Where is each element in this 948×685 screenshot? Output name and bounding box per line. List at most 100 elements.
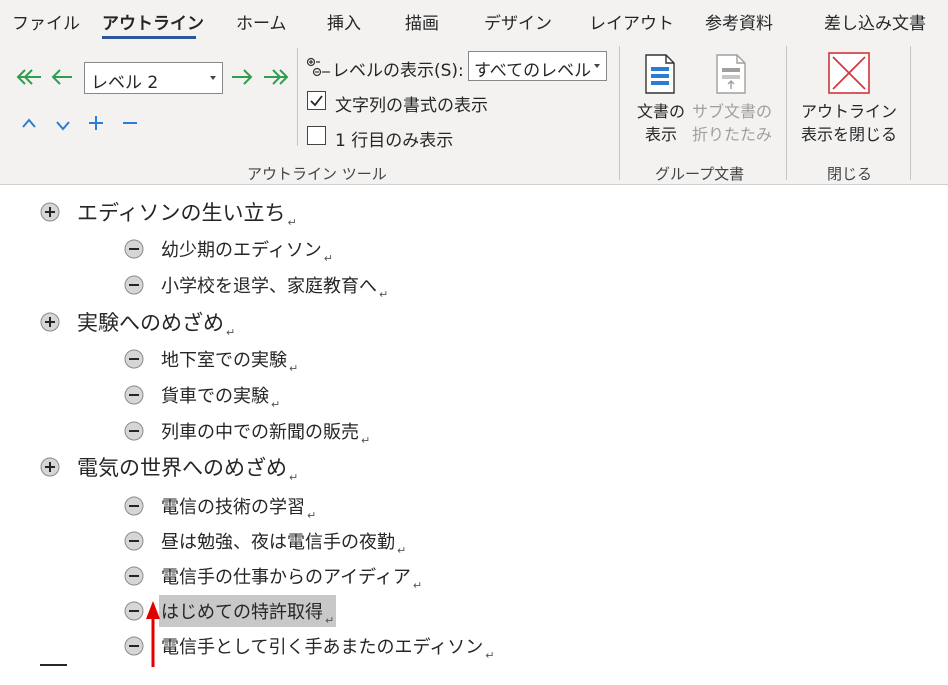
- show-level-value: すべてのレベル: [474, 61, 592, 81]
- paragraph-mark: ↵: [287, 216, 297, 229]
- demote-to-body-text-button[interactable]: [261, 64, 291, 90]
- paragraph-mark: ↵: [289, 362, 299, 375]
- paragraph-mark: ↵: [485, 649, 495, 662]
- show-document-label: 文書の 表示: [636, 102, 685, 144]
- paragraph-mark: ↵: [361, 434, 371, 447]
- promote-button[interactable]: [48, 64, 76, 90]
- outline-heading-2[interactable]: 電信の技術の学習 ↵: [124, 489, 316, 523]
- paragraph-mark: ↵: [289, 471, 299, 484]
- tab-draw[interactable]: 描画: [405, 9, 439, 34]
- outline-heading-2[interactable]: 地下室での実験 ↵: [124, 342, 298, 376]
- master-document-group-label: グループ文書: [655, 165, 745, 183]
- heading-text: 幼少期のエディソン ↵: [161, 240, 333, 265]
- demote-button[interactable]: [228, 64, 256, 90]
- heading-text: 列車の中での新聞の販売 ↵: [161, 422, 371, 447]
- chevron-down-icon: [56, 121, 70, 131]
- expand-button[interactable]: [85, 112, 107, 134]
- subdocument-collapse-icon: [716, 54, 746, 94]
- heading-text: 電信手の仕事からのアイディア ↵: [161, 567, 423, 592]
- outline-heading-2[interactable]: 小学校を退学、家庭教育へ ↵: [124, 268, 388, 302]
- tab-layout[interactable]: レイアウト: [589, 9, 674, 34]
- outline-heading-2[interactable]: 昼は勉強、夜は電信手の夜勤 ↵: [124, 524, 406, 558]
- paragraph-mark: ↵: [271, 398, 281, 411]
- double-left-arrow-icon: [16, 69, 41, 85]
- right-arrow-icon: [232, 69, 253, 85]
- outline-heading-2[interactable]: 電信手の仕事からのアイディア ↵: [124, 559, 422, 593]
- plus-icon: [89, 116, 103, 130]
- tab-design[interactable]: デザイン: [484, 9, 552, 34]
- heading-text: 小学校を退学、家庭教育へ ↵: [161, 276, 389, 301]
- show-first-line-only-checkbox[interactable]: [307, 126, 326, 145]
- double-right-arrow-icon: [264, 69, 289, 85]
- move-down-button[interactable]: [52, 114, 74, 136]
- outline-level-combobox[interactable]: レベル 2: [84, 62, 223, 94]
- chevron-up-icon: [22, 118, 36, 128]
- collapse-heading-icon[interactable]: [124, 349, 144, 369]
- heading-text: 実験へのめざめ ↵: [77, 311, 236, 339]
- outline-heading-2[interactable]: 列車の中での新聞の販売 ↵: [124, 414, 370, 448]
- close-outline-view-button[interactable]: [827, 51, 871, 95]
- collapse-button[interactable]: [119, 112, 141, 134]
- red-annotation-arrow-icon: [146, 601, 160, 667]
- ribbon-tab-bar: ファイル アウトライン ホーム 挿入 描画 デザイン レイアウト 参考資料 差し…: [0, 0, 948, 42]
- paragraph-mark: ↵: [412, 579, 423, 592]
- tab-home[interactable]: ホーム: [236, 9, 287, 34]
- heading-text: 電信の技術の学習 ↵: [161, 497, 317, 522]
- show-level-icon: [306, 56, 332, 78]
- outline-level-value: レベル 2: [91, 73, 159, 93]
- heading-text: 昼は勉強、夜は電信手の夜勤 ↵: [161, 532, 407, 557]
- chevron-down-icon: [594, 64, 600, 68]
- show-level-label: レベルの表示(S):: [332, 61, 464, 81]
- expand-heading-icon[interactable]: [40, 457, 60, 477]
- tab-insert[interactable]: 挿入: [327, 9, 361, 34]
- collapse-heading-icon[interactable]: [124, 636, 144, 656]
- promote-to-heading1-button[interactable]: [14, 64, 44, 90]
- ribbon: レベル 2 レベルの表示(S): すべてのレベル 文字列の書式の表示 1 行目の…: [0, 42, 948, 185]
- show-level-combobox[interactable]: すべてのレベル: [468, 51, 607, 81]
- end-of-document-marker: [40, 664, 67, 666]
- outline-heading-2[interactable]: 幼少期のエディソン ↵: [124, 232, 333, 266]
- expand-heading-icon[interactable]: [40, 202, 60, 222]
- show-document-button[interactable]: [640, 52, 680, 96]
- outline-document[interactable]: エディソンの生い立ち ↵ 幼少期のエディソン ↵ 小学校を退学、家庭教育へ ↵ 実験へ…: [0, 186, 948, 685]
- tab-mailings[interactable]: 差し込み文書: [824, 9, 926, 34]
- close-group-label: 閉じる: [827, 165, 873, 183]
- tab-references[interactable]: 参考資料: [705, 9, 773, 34]
- heading-text: 電気の世界へのめざめ ↵: [77, 456, 299, 484]
- paragraph-mark: ↵: [379, 288, 389, 301]
- paragraph-mark: ↵: [397, 544, 407, 557]
- collapse-heading-icon[interactable]: [124, 601, 144, 621]
- selected-heading-text: はじめての特許取得 ↵: [159, 595, 337, 627]
- collapse-subdocuments-button[interactable]: [711, 52, 751, 96]
- outline-heading-1[interactable]: 実験へのめざめ ↵: [40, 305, 235, 339]
- heading-text: 電信手として引く手あまたのエディソン ↵: [161, 637, 495, 662]
- collapse-heading-icon[interactable]: [124, 239, 144, 259]
- collapse-heading-icon[interactable]: [124, 531, 144, 551]
- outline-heading-2[interactable]: 電信手として引く手あまたのエディソン ↵: [124, 629, 494, 663]
- ribbon-group-separator: [619, 46, 620, 180]
- chevron-down-icon: [210, 76, 216, 80]
- outline-heading-1[interactable]: エディソンの生い立ち ↵: [40, 195, 297, 229]
- tab-file[interactable]: ファイル: [12, 9, 80, 34]
- checkmark-icon: [310, 95, 323, 107]
- collapse-heading-icon[interactable]: [124, 421, 144, 441]
- paragraph-mark: ↵: [323, 252, 333, 265]
- ribbon-group-separator: [786, 46, 787, 180]
- collapse-heading-icon[interactable]: [124, 566, 144, 586]
- heading-text: 貨車での実験 ↵: [161, 386, 281, 411]
- collapse-subdocuments-label: サブ文書の 折りたたみ: [691, 102, 772, 144]
- collapse-heading-icon[interactable]: [124, 385, 144, 405]
- show-text-formatting-label: 文字列の書式の表示: [335, 96, 488, 116]
- show-first-line-only-label: 1 行目のみ表示: [335, 131, 454, 151]
- outline-heading-1[interactable]: 電気の世界へのめざめ ↵: [40, 450, 298, 484]
- heading-text: エディソンの生い立ち ↵: [77, 201, 297, 229]
- expand-heading-icon[interactable]: [40, 312, 60, 332]
- red-x-icon: [828, 52, 870, 94]
- outline-heading-2[interactable]: 貨車での実験 ↵: [124, 378, 280, 412]
- active-tab-underline: [102, 36, 196, 39]
- collapse-heading-icon[interactable]: [124, 496, 144, 516]
- show-text-formatting-checkbox[interactable]: [307, 91, 326, 110]
- collapse-heading-icon[interactable]: [124, 275, 144, 295]
- move-up-button[interactable]: [18, 112, 40, 134]
- tab-outline[interactable]: アウトライン: [102, 9, 204, 34]
